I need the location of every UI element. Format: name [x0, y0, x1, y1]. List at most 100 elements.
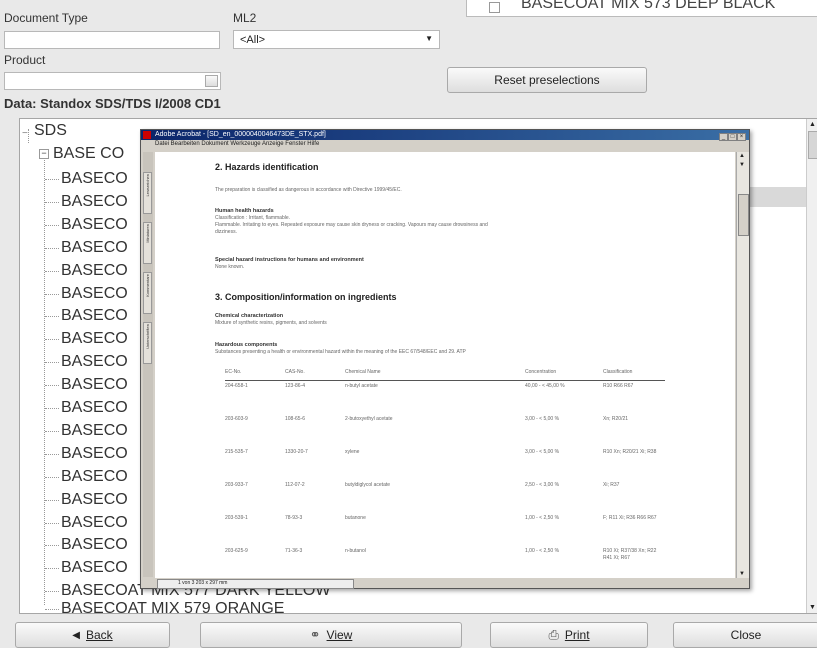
table-row: 215-535-7 1330-20-7 xylene 3,00 - < 5,00 % R… [225, 449, 665, 479]
table-cell: 3,00 - < 5,00 % [525, 449, 560, 455]
back-button[interactable]: ◀ Back [15, 622, 170, 648]
subheading: Chemical characterization [215, 313, 284, 319]
table-cell: 78-93-3 [285, 515, 303, 521]
tree-item-label: BASECO [61, 467, 128, 485]
ml2-label: ML2 [233, 11, 257, 25]
print-button[interactable]: ⎙ Print [490, 622, 648, 648]
scroll-down-icon[interactable]: ▼ [809, 604, 816, 611]
table-cell: 215-535-7 [225, 449, 248, 455]
table-header-cell: EC-No. [225, 369, 242, 375]
pdf-side-tab[interactable]: Unterschriften [143, 322, 152, 364]
table-row: 203-625-9 71-36-3 n-butanol 1,00 - < 2,50 %… [225, 548, 665, 578]
table-row: 204-658-1 123-86-4 n-butyl acetate 40,00 - … [225, 383, 665, 413]
pdf-page: 2. Hazards identification The preparatio… [155, 152, 735, 578]
tree-item-label: BASECO [61, 376, 128, 394]
tree-item-label: BASECO [61, 330, 128, 348]
tree-item-label: BASECOAT MIX 579 ORANGE [61, 600, 285, 614]
chevron-down-icon: ▼ [425, 34, 433, 43]
background-list-panel: BASECOAT MIX 573 DEEP BLACK [466, 0, 817, 17]
table-cell: 40,00 - < 45,00 % [525, 383, 565, 389]
tree-item-label: BASECO [61, 490, 128, 508]
selection-highlight [740, 187, 808, 207]
table-cell: 1,00 - < 2,50 % [525, 548, 560, 554]
table-cell: 203-539-1 [225, 515, 248, 521]
table-cell: Xn; R20/21 [603, 416, 629, 422]
scroll-thumb[interactable] [738, 194, 749, 236]
document-type-input[interactable] [4, 31, 220, 49]
table-cell: butanone [345, 515, 366, 521]
lookup-button-icon[interactable] [205, 75, 218, 87]
pdf-side-tab-label: Miniaturen [145, 224, 150, 243]
pdf-statusbar[interactable]: 1 von 3 203 x 297 mm [155, 578, 735, 589]
table-cell: 1,00 - < 2,50 % [525, 515, 560, 521]
table-cell: 71-36-3 [285, 548, 303, 554]
components-table: EC-No. CAS-No. Chemical Name Concentrati… [225, 367, 665, 577]
tree-item[interactable]: BASECOAT MIX 579 ORANGE [20, 598, 817, 614]
ml2-select-value: <All> [240, 34, 266, 46]
tree-item-label: BASECO [61, 261, 128, 279]
table-cell: 108-65-6 [285, 416, 306, 422]
pdf-side-tab[interactable]: Kommentare [143, 272, 152, 314]
table-cell: n-butyl acetate [345, 383, 378, 389]
pdf-side-tabs: Lesezeichen Miniaturen Kommentare Unterschr… [143, 152, 153, 577]
table-cell: Xi; R37 [603, 482, 620, 488]
table-cell: F; R11 Xi; R36 R66 R67 [603, 515, 657, 521]
table-header-cell: Concentration [525, 369, 557, 375]
pdf-side-tab-label: Lesezeichen [145, 174, 150, 197]
close-button-label: Close [730, 628, 762, 642]
pdf-title: Adobe Acrobat - [SD_en_0000040046473DE_S… [155, 131, 326, 138]
table-cell: 1330-20-7 [285, 449, 308, 455]
document-type-label: Document Type [4, 11, 88, 25]
printer-icon: ⎙ [548, 627, 559, 642]
paragraph: Substances presenting a health or enviro… [215, 349, 466, 355]
paragraph: Classification : Irritant, flammable. [215, 215, 291, 221]
pdf-viewer-window[interactable]: Adobe Acrobat - [SD_en_0000040046473DE_S… [140, 129, 750, 589]
pdf-side-tab[interactable]: Miniaturen [143, 222, 152, 264]
scroll-thumb[interactable] [808, 131, 817, 159]
tree-item-label: BASECO [61, 399, 128, 416]
reset-preselections-button[interactable]: Reset preselections [447, 67, 647, 93]
table-cell: 203-933-7 [225, 482, 248, 488]
subheading: Human health hazards [215, 208, 274, 214]
close-icon[interactable]: × [737, 133, 746, 141]
tree-item-label: BASECO [61, 353, 128, 371]
table-cell: 2-butoxyethyl acetate [345, 416, 393, 422]
subheading: Special hazard instructions for humans a… [215, 257, 364, 263]
table-cell: R10 R66 R67 [603, 383, 634, 389]
pdf-title-bar: Adobe Acrobat - [SD_en_0000040046473DE_S… [141, 130, 749, 140]
scroll-down-icon[interactable]: ▼ [739, 162, 745, 168]
tree-root-label: SDS [34, 122, 67, 139]
page-nav[interactable]: 1 von 3 203 x 297 mm [157, 579, 354, 589]
maximize-icon[interactable]: □ [728, 133, 737, 141]
paragraph: The preparation is classified as dangero… [215, 187, 402, 193]
paragraph: dizziness. [215, 229, 237, 235]
table-header-row: EC-No. CAS-No. Chemical Name Concentrati… [225, 367, 665, 381]
table-row: 203-603-9 108-65-6 2-butoxyethyl acetate 3,… [225, 416, 665, 446]
collapse-icon[interactable]: − [22, 128, 28, 139]
pdf-side-tab[interactable]: Lesezeichen [143, 172, 152, 214]
tree-item-label: BASECO [61, 170, 128, 187]
collapse-icon[interactable]: − [39, 149, 49, 159]
app-icon [143, 131, 151, 139]
section-heading: 2. Hazards identification [215, 162, 319, 172]
scroll-up-icon[interactable]: ▲ [739, 153, 745, 159]
section-heading: 3. Composition/information on ingredient… [215, 292, 397, 302]
tree-item-label: BASECO [61, 238, 128, 256]
scroll-up-icon[interactable]: ▲ [809, 121, 816, 128]
tree-item-label: BASECO [61, 215, 128, 233]
print-button-label: Print [564, 628, 590, 642]
minimize-icon[interactable]: _ [719, 133, 728, 141]
ml2-select[interactable]: <All> ▼ [233, 30, 440, 49]
pdf-menu: Datei Bearbeiten Dokument Werkzeuge Anze… [155, 141, 320, 147]
close-button[interactable]: Close [673, 622, 817, 648]
checkbox-icon[interactable] [489, 2, 500, 13]
tree-scrollbar[interactable]: ▲ ▼ [806, 119, 817, 613]
product-input[interactable] [4, 72, 221, 90]
page-indicator: 1 von 3 203 x 297 mm [178, 580, 228, 586]
table-cell: R10 Xi; R37/38 Xn; R22 R41 Xi; R67 [603, 548, 657, 561]
scroll-down-icon[interactable]: ▼ [739, 571, 745, 577]
pdf-menubar[interactable]: Datei Bearbeiten Dokument Werkzeuge Anze… [141, 140, 749, 149]
paragraph: Flammable. Irritating to eyes. Repeated … [215, 222, 488, 228]
pdf-scrollbar[interactable]: ▲ ▼ ▼ [736, 152, 749, 578]
view-button[interactable]: ⚭ View [200, 622, 462, 648]
